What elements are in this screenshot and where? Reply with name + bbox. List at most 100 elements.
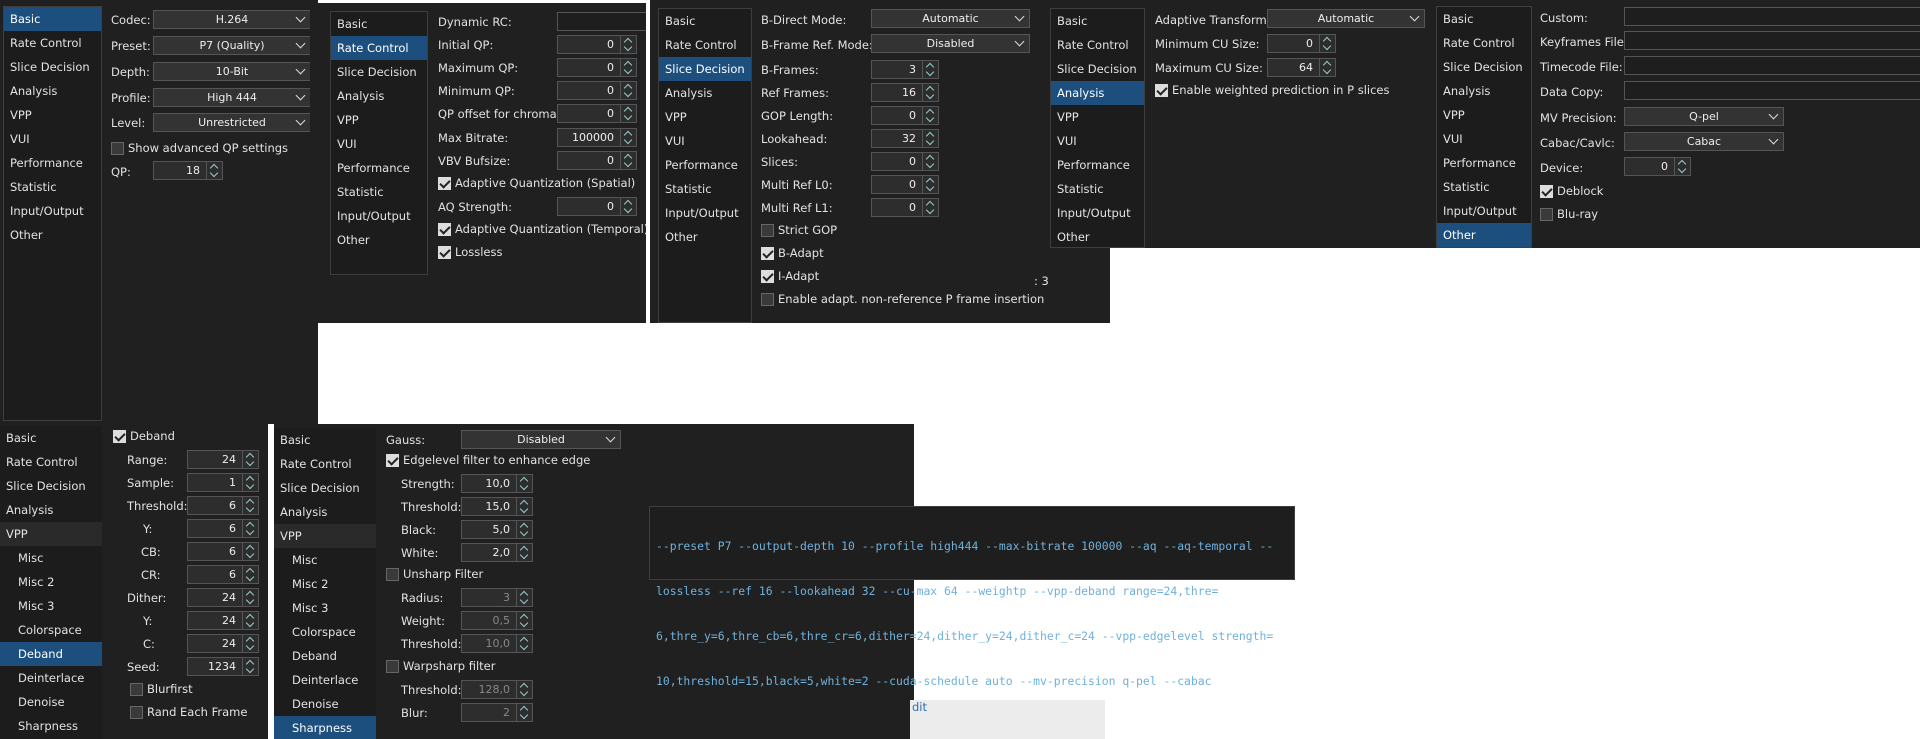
- spin-arrows-icon[interactable]: [516, 498, 532, 515]
- multi-ref-l0-spinner[interactable]: 0: [871, 175, 939, 194]
- nav-analysis[interactable]: Analysis: [4, 79, 101, 103]
- aq-spatial-checkbox[interactable]: Adaptive Quantization (Spatial): [438, 176, 635, 190]
- b-direct-select[interactable]: Automatic: [871, 9, 1030, 28]
- spin-arrows-icon[interactable]: [206, 162, 222, 179]
- codec-select[interactable]: H.264: [153, 10, 311, 29]
- spin-arrows-icon[interactable]: [242, 589, 258, 606]
- deblock-checkbox[interactable]: Deblock: [1540, 184, 1603, 198]
- nav-vpp[interactable]: VPP: [1051, 105, 1144, 129]
- nav-vpp[interactable]: VPP: [331, 108, 427, 132]
- nav-statistic[interactable]: Statistic: [331, 180, 427, 204]
- edgelevel-checkbox[interactable]: Edgelevel filter to enhance edge: [386, 453, 590, 467]
- unsharp-checkbox[interactable]: Unsharp Filter: [386, 567, 483, 581]
- edge-threshold-spinner[interactable]: 15,0: [461, 497, 533, 516]
- nav-other[interactable]: Other: [4, 223, 101, 247]
- cabac-select[interactable]: Cabac: [1624, 132, 1784, 151]
- spin-arrows-icon[interactable]: [242, 658, 258, 675]
- nav-rate-control[interactable]: Rate Control: [659, 33, 751, 57]
- command-line-output[interactable]: --preset P7 --output-depth 10 --profile …: [649, 506, 1295, 688]
- nav-vui[interactable]: VUI: [1437, 127, 1531, 151]
- thr-cr-spinner[interactable]: 6: [187, 565, 259, 584]
- nav-basic[interactable]: Basic: [274, 428, 376, 452]
- spin-arrows-icon[interactable]: [516, 704, 532, 721]
- nav-rate-control[interactable]: Rate Control: [4, 31, 101, 55]
- spin-arrows-icon[interactable]: [922, 130, 938, 147]
- nav-vpp[interactable]: VPP: [659, 105, 751, 129]
- min-cu-spinner[interactable]: 0: [1267, 34, 1336, 53]
- spin-arrows-icon[interactable]: [922, 107, 938, 124]
- nav-slice-decision[interactable]: Slice Decision: [4, 55, 101, 79]
- show-advanced-qp-checkbox[interactable]: Show advanced QP settings: [111, 141, 288, 155]
- max-bitrate-spinner[interactable]: 100000: [557, 128, 637, 147]
- nav-rate-control[interactable]: Rate Control: [274, 452, 376, 476]
- warp-threshold-spinner[interactable]: 128,0: [461, 680, 533, 699]
- nav-performance[interactable]: Performance: [1437, 151, 1531, 175]
- nav-misc-2[interactable]: Misc 2: [0, 570, 102, 594]
- nav-denoise[interactable]: Denoise: [0, 690, 102, 714]
- strict-gop-checkbox[interactable]: Strict GOP: [761, 223, 837, 237]
- nav-performance[interactable]: Performance: [331, 156, 427, 180]
- nav-vui[interactable]: VUI: [659, 129, 751, 153]
- gop-length-spinner[interactable]: 0: [871, 106, 939, 125]
- dither-y-spinner[interactable]: 24: [187, 611, 259, 630]
- keyframes-file-field[interactable]: [1624, 31, 1920, 50]
- max-cu-spinner[interactable]: 64: [1267, 58, 1336, 77]
- nav-vpp[interactable]: VPP: [4, 103, 101, 127]
- min-qp-spinner[interactable]: 0: [557, 81, 637, 100]
- spin-arrows-icon[interactable]: [516, 475, 532, 492]
- nav-sharpness[interactable]: Sharpness: [274, 716, 376, 739]
- chroma-offset-spinner[interactable]: 0: [557, 104, 637, 123]
- nav-slice-decision[interactable]: Slice Decision: [331, 60, 427, 84]
- nav-deband[interactable]: Deband: [274, 644, 376, 668]
- spin-arrows-icon[interactable]: [620, 198, 636, 215]
- spin-arrows-icon[interactable]: [922, 199, 938, 216]
- initial-qp-spinner[interactable]: 0: [557, 35, 637, 54]
- spin-arrows-icon[interactable]: [620, 36, 636, 53]
- nav-misc[interactable]: Misc: [0, 546, 102, 570]
- non-ref-p-checkbox[interactable]: Enable adapt. non-reference P frame inse…: [761, 292, 1044, 306]
- nav-analysis[interactable]: Analysis: [274, 500, 376, 524]
- weight-spinner[interactable]: 0,5: [461, 611, 533, 630]
- spin-arrows-icon[interactable]: [242, 520, 258, 537]
- nav-basic[interactable]: Basic: [1051, 9, 1144, 33]
- bluray-checkbox[interactable]: Blu-ray: [1540, 207, 1598, 221]
- nav-analysis[interactable]: Analysis: [331, 84, 427, 108]
- nav-analysis[interactable]: Analysis: [0, 498, 102, 522]
- nav-vui[interactable]: VUI: [1051, 129, 1144, 153]
- qp-spinner[interactable]: 18: [153, 161, 223, 180]
- nav-other[interactable]: Other: [1051, 225, 1144, 248]
- vbv-spinner[interactable]: 0: [557, 151, 637, 170]
- nav-statistic[interactable]: Statistic: [1437, 175, 1531, 199]
- spin-arrows-icon[interactable]: [516, 589, 532, 606]
- gauss-select[interactable]: Disabled: [461, 430, 621, 449]
- thr-cb-spinner[interactable]: 6: [187, 542, 259, 561]
- b-adapt-checkbox[interactable]: B-Adapt: [761, 246, 824, 260]
- dither-c-spinner[interactable]: 24: [187, 634, 259, 653]
- mv-precision-select[interactable]: Q-pel: [1624, 107, 1784, 126]
- spin-arrows-icon[interactable]: [922, 153, 938, 170]
- nav-input-output[interactable]: Input/Output: [1051, 201, 1144, 225]
- spin-arrows-icon[interactable]: [922, 176, 938, 193]
- spin-arrows-icon[interactable]: [620, 105, 636, 122]
- nav-basic[interactable]: Basic: [4, 7, 101, 31]
- spin-arrows-icon[interactable]: [516, 681, 532, 698]
- nav-statistic[interactable]: Statistic: [659, 177, 751, 201]
- radius-spinner[interactable]: 3: [461, 588, 533, 607]
- nav-deinterlace[interactable]: Deinterlace: [274, 668, 376, 692]
- spin-arrows-icon[interactable]: [242, 474, 258, 491]
- nav-other[interactable]: Other: [1437, 223, 1531, 247]
- spin-arrows-icon[interactable]: [1319, 59, 1335, 76]
- spin-arrows-icon[interactable]: [242, 635, 258, 652]
- spin-arrows-icon[interactable]: [242, 612, 258, 629]
- nav-deinterlace[interactable]: Deinterlace: [0, 666, 102, 690]
- nav-rate-control[interactable]: Rate Control: [1051, 33, 1144, 57]
- nav-statistic[interactable]: Statistic: [1051, 177, 1144, 201]
- spin-arrows-icon[interactable]: [242, 497, 258, 514]
- nav-input-output[interactable]: Input/Output: [331, 204, 427, 228]
- nav-other[interactable]: Other: [331, 228, 427, 252]
- unsharp-threshold-spinner[interactable]: 10,0: [461, 634, 533, 653]
- ref-frames-spinner[interactable]: 16: [871, 83, 939, 102]
- lossless-checkbox[interactable]: Lossless: [438, 245, 502, 259]
- black-spinner[interactable]: 5,0: [461, 520, 533, 539]
- depth-select[interactable]: 10-Bit: [153, 62, 311, 81]
